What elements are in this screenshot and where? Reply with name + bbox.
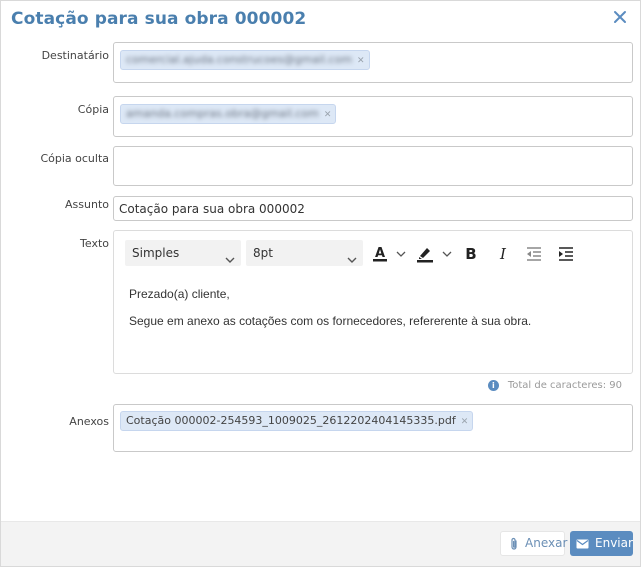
cc-chip: amanda.compras.obra@gmail.com ✕ bbox=[120, 104, 337, 124]
bcc-field[interactable] bbox=[113, 146, 633, 186]
cc-field[interactable]: amanda.compras.obra@gmail.com ✕ bbox=[113, 96, 633, 137]
attachment-chip[interactable]: Cotação 000002-254593_1009025_2612202404… bbox=[120, 411, 474, 431]
attach-button[interactable]: Anexar bbox=[500, 531, 568, 556]
editor-content[interactable]: Prezado(a) cliente, Segue em anexo as co… bbox=[129, 287, 531, 341]
cc-label: Cópia bbox=[77, 103, 109, 116]
indent-icon[interactable] bbox=[556, 244, 576, 264]
bold-glyph: B bbox=[465, 245, 477, 263]
outdent-icon[interactable] bbox=[524, 244, 544, 264]
remove-chip-icon[interactable]: ✕ bbox=[357, 56, 365, 66]
cc-chip-text: amanda.compras.obra@gmail.com bbox=[126, 107, 319, 120]
envelope-icon bbox=[576, 539, 589, 549]
to-chip-text: comercial.ajuda.construcoes@gmail.com bbox=[126, 53, 353, 66]
character-count-text: Total de caracteres: 90 bbox=[507, 380, 622, 391]
font-color-icon[interactable]: A bbox=[370, 244, 390, 264]
dialog-title: Cotação para sua obra 000002 bbox=[11, 9, 307, 29]
chevron-down-icon[interactable] bbox=[394, 244, 408, 264]
paperclip-icon bbox=[509, 537, 519, 550]
font-family-value: Simples bbox=[132, 246, 180, 260]
to-field[interactable]: comercial.ajuda.construcoes@gmail.com ✕ bbox=[113, 42, 633, 83]
subject-input[interactable] bbox=[113, 196, 633, 221]
to-chip: comercial.ajuda.construcoes@gmail.com ✕ bbox=[120, 50, 370, 70]
font-size-select[interactable]: 8pt bbox=[246, 240, 363, 266]
body-line-greeting: Prezado(a) cliente, bbox=[129, 287, 230, 301]
attachments-label: Anexos bbox=[69, 415, 109, 428]
text-editor[interactable]: Simples 8pt A B I Prezado(a) cliente, Se… bbox=[113, 230, 633, 374]
attachment-chip-text: Cotação 000002-254593_1009025_2612202404… bbox=[126, 414, 456, 427]
font-color-glyph: A bbox=[375, 246, 385, 261]
font-size-value: 8pt bbox=[253, 246, 273, 260]
remove-chip-icon[interactable]: ✕ bbox=[324, 110, 332, 120]
editor-toolbar: Simples 8pt A B I bbox=[114, 231, 632, 275]
italic-icon[interactable]: I bbox=[493, 244, 513, 264]
attachments-field[interactable]: Cotação 000002-254593_1009025_2612202404… bbox=[113, 404, 633, 452]
close-icon[interactable] bbox=[613, 10, 627, 24]
highlight-icon[interactable] bbox=[415, 244, 435, 264]
text-label: Texto bbox=[80, 237, 109, 250]
email-dialog: Cotação para sua obra 000002 Destinatári… bbox=[0, 0, 641, 567]
chevron-down-icon[interactable] bbox=[440, 244, 454, 264]
subject-label: Assunto bbox=[65, 198, 109, 211]
bold-icon[interactable]: B bbox=[461, 244, 481, 264]
body-line-message: Segue em anexo as cotações com os fornec… bbox=[129, 314, 532, 328]
chevron-down-icon bbox=[225, 248, 235, 263]
font-family-select[interactable]: Simples bbox=[125, 240, 241, 266]
info-icon: i bbox=[487, 380, 499, 391]
attach-button-label: Anexar bbox=[525, 536, 568, 550]
character-counter: i Total de caracteres: 90 bbox=[487, 380, 622, 391]
dialog-footer: Anexar Enviar bbox=[1, 521, 640, 566]
send-button[interactable]: Enviar bbox=[570, 531, 633, 556]
bcc-label: Cópia oculta bbox=[40, 152, 109, 165]
chevron-down-icon bbox=[347, 248, 357, 263]
to-label: Destinatário bbox=[41, 49, 109, 62]
remove-chip-icon[interactable]: ✕ bbox=[461, 417, 469, 427]
send-button-label: Enviar bbox=[595, 536, 633, 550]
italic-glyph: I bbox=[500, 245, 506, 263]
